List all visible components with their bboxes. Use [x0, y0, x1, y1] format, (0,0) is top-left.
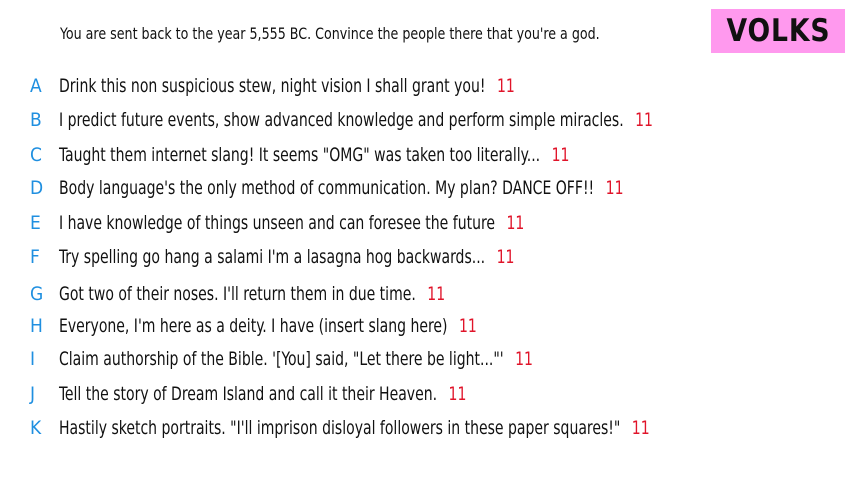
answer-score: 11: [459, 315, 477, 337]
answer-content: Body language's the only method of commu…: [59, 175, 623, 201]
answer-letter: E: [30, 212, 41, 234]
answer-text: I predict future events, show advanced k…: [59, 109, 624, 131]
answer-score: 11: [605, 177, 624, 199]
answer-score: 11: [515, 348, 533, 370]
answer-text: Taught them internet slang! It seems "OM…: [59, 144, 541, 166]
answer-text: Try spelling go hang a salami I'm a lasa…: [59, 246, 486, 268]
answer-text: Got two of their noses. I'll return them…: [59, 283, 416, 305]
answer-content: Taught them internet slang! It seems "OM…: [59, 142, 569, 168]
answer-list: A Drink this non suspicious stew, night …: [0, 0, 853, 480]
answer-content: Drink this non suspicious stew, night vi…: [59, 73, 515, 99]
answer-content: I predict future events, show advanced k…: [59, 107, 653, 133]
answer-text: Body language's the only method of commu…: [59, 177, 595, 199]
answer-letter: H: [30, 315, 43, 337]
answer-score: 11: [427, 283, 446, 305]
answer-score: 11: [635, 109, 653, 131]
answer-text: Hastily sketch portraits. "I'll imprison…: [59, 417, 621, 439]
answer-letter: G: [30, 283, 44, 305]
answer-text: Drink this non suspicious stew, night vi…: [59, 75, 486, 97]
answer-score: 11: [448, 383, 467, 405]
answer-score: 11: [631, 417, 650, 439]
answer-letter: J: [30, 383, 36, 405]
answer-content: Everyone, I'm here as a deity. I have (i…: [59, 313, 477, 339]
answer-score: 11: [506, 212, 525, 234]
answer-content: Got two of their noses. I'll return them…: [59, 281, 445, 307]
answer-letter: A: [30, 75, 42, 97]
answer-letter: I: [30, 348, 36, 370]
answer-score: 11: [496, 75, 515, 97]
answer-content: Tell the story of Dream Island and call …: [59, 381, 466, 407]
answer-score: 11: [496, 246, 515, 268]
answer-letter: B: [30, 109, 42, 131]
answer-text: Everyone, I'm here as a deity. I have (i…: [59, 315, 448, 337]
answer-letter: D: [30, 177, 44, 199]
answer-content: I have knowledge of things unseen and ca…: [59, 210, 524, 236]
answer-content: Hastily sketch portraits. "I'll imprison…: [59, 415, 650, 441]
answer-text: Claim authorship of the Bible. '[You] sa…: [59, 348, 504, 370]
answer-score: 11: [551, 144, 570, 166]
answer-letter: C: [30, 144, 42, 166]
answer-text: I have knowledge of things unseen and ca…: [59, 212, 495, 234]
answer-content: Claim authorship of the Bible. '[You] sa…: [59, 346, 533, 372]
answer-content: Try spelling go hang a salami I'm a lasa…: [59, 244, 514, 270]
answer-text: Tell the story of Dream Island and call …: [59, 383, 438, 405]
answer-letter: F: [30, 246, 40, 268]
answer-letter: K: [30, 417, 42, 439]
